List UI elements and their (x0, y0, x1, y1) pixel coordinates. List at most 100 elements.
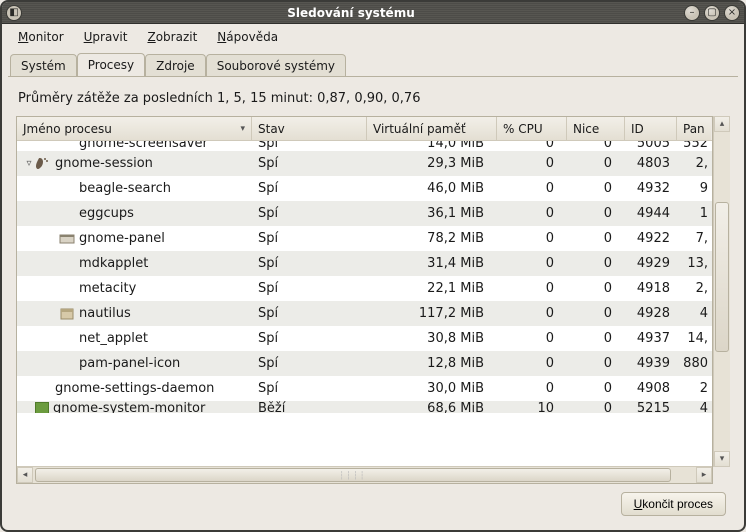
col-nice[interactable]: Nice (567, 117, 625, 140)
cell-cpu: 10 (497, 401, 567, 413)
cell-id: 4922 (625, 231, 677, 246)
v-scrollbar[interactable]: ▴ ▾ (713, 116, 730, 467)
cell-cpu: 0 (497, 206, 567, 221)
tab-system[interactable]: Systém (10, 54, 77, 77)
process-name: gnome-session (55, 156, 153, 171)
close-button[interactable]: × (724, 5, 740, 21)
cell-vm: 31,4 MiB (367, 256, 497, 271)
col-name[interactable]: Jméno procesu▾ (17, 117, 252, 140)
cell-nice: 0 (567, 381, 625, 396)
table-body[interactable]: gnome-screensaverSpí14,0 MiB005005552▿gn… (17, 141, 712, 466)
titlebar[interactable]: ◧ Sledování systému – ▢ × (2, 2, 744, 24)
table-row[interactable]: nautilusSpí117,2 MiB0049284 (17, 301, 712, 326)
v-scroll-thumb[interactable] (715, 202, 729, 352)
cell-vm: 30,8 MiB (367, 331, 497, 346)
cell-nice: 0 (567, 331, 625, 346)
cell-id: 4937 (625, 331, 677, 346)
table-row[interactable]: eggcupsSpí36,1 MiB0049441 (17, 201, 712, 226)
process-table: Jméno procesu▾ Stav Virtuální paměť % CP… (16, 116, 713, 484)
process-name: nautilus (79, 306, 131, 321)
cell-id: 4803 (625, 156, 677, 171)
h-scrollbar[interactable]: ◂ ┆┆┆┆ ▸ (17, 466, 712, 483)
process-name: net_applet (79, 331, 148, 346)
cell-pan: 7, (677, 231, 711, 246)
cell-vm: 36,1 MiB (367, 206, 497, 221)
menu-upravit[interactable]: Upravit (76, 26, 136, 48)
cell-pan: 1 (677, 206, 711, 221)
tab-zdroje[interactable]: Zdroje (145, 54, 206, 77)
table-row[interactable]: beagle-searchSpí46,0 MiB0049329 (17, 176, 712, 201)
cell-cpu: 0 (497, 281, 567, 296)
window-menu-icon[interactable]: ◧ (6, 5, 22, 21)
table-header: Jméno procesu▾ Stav Virtuální paměť % CP… (17, 117, 712, 141)
end-process-button[interactable]: Ukončit proces (621, 492, 726, 516)
cell-pan: 4 (677, 401, 711, 413)
cell-stav: Spí (252, 256, 367, 271)
scroll-right-icon[interactable]: ▸ (696, 467, 712, 483)
process-name: metacity (79, 281, 136, 296)
cell-id: 4908 (625, 381, 677, 396)
col-cpu[interactable]: % CPU (497, 117, 567, 140)
cell-vm: 78,2 MiB (367, 231, 497, 246)
process-name: eggcups (79, 206, 134, 221)
cell-cpu: 0 (497, 256, 567, 271)
cell-vm: 14,0 MiB (367, 141, 497, 151)
menu-monitor[interactable]: Monitor (10, 26, 72, 48)
table-row[interactable]: ▿gnome-sessionSpí29,3 MiB0048032, (17, 151, 712, 176)
process-name: gnome-screensaver (79, 141, 208, 151)
cell-nice: 0 (567, 356, 625, 371)
menu-zobrazit[interactable]: Zobrazit (139, 26, 205, 48)
tree-expander-icon[interactable]: ▿ (23, 158, 35, 169)
cell-cpu: 0 (497, 141, 567, 151)
tab-procesy[interactable]: Procesy (77, 53, 145, 76)
cell-nice: 0 (567, 141, 625, 151)
cell-id: 4944 (625, 206, 677, 221)
cell-stav: Spí (252, 206, 367, 221)
table-row[interactable]: pam-panel-iconSpí12,8 MiB004939880 (17, 351, 712, 376)
process-name: beagle-search (79, 181, 171, 196)
cell-vm: 68,6 MiB (367, 401, 497, 413)
tab-souborove[interactable]: Souborové systémy (206, 54, 346, 77)
maximize-button[interactable]: ▢ (704, 5, 720, 21)
sort-indicator-icon: ▾ (240, 124, 245, 134)
cell-stav: Spí (252, 181, 367, 196)
table-row[interactable]: metacitySpí22,1 MiB0049182, (17, 276, 712, 301)
col-id[interactable]: ID (625, 117, 677, 140)
table-row[interactable]: gnome-settings-daemonSpí30,0 MiB0049082 (17, 376, 712, 401)
cell-id: 4932 (625, 181, 677, 196)
cell-stav: Spí (252, 331, 367, 346)
load-averages-text: Průměry zátěže za posledních 1, 5, 15 mi… (16, 87, 730, 116)
scroll-down-icon[interactable]: ▾ (714, 451, 730, 467)
h-scroll-thumb[interactable]: ┆┆┆┆ (35, 468, 671, 482)
col-vm[interactable]: Virtuální paměť (367, 117, 497, 140)
col-pan[interactable]: Pan (677, 117, 711, 140)
cell-cpu: 0 (497, 381, 567, 396)
cell-vm: 30,0 MiB (367, 381, 497, 396)
tabs: Systém Procesy Zdroje Souborové systémy (2, 50, 744, 76)
cell-id: 4918 (625, 281, 677, 296)
table-row[interactable]: gnome-system-monitorBěží68,6 MiB10052154 (17, 401, 712, 413)
scroll-left-icon[interactable]: ◂ (17, 467, 33, 483)
process-name: gnome-settings-daemon (55, 381, 214, 396)
cell-nice: 0 (567, 401, 625, 413)
process-name: mdkapplet (79, 256, 148, 271)
table-row[interactable]: gnome-screensaverSpí14,0 MiB005005552 (17, 141, 712, 151)
table-row[interactable]: mdkappletSpí31,4 MiB00492913, (17, 251, 712, 276)
cell-id: 5215 (625, 401, 677, 413)
col-stav[interactable]: Stav (252, 117, 367, 140)
cell-nice: 0 (567, 206, 625, 221)
table-row[interactable]: gnome-panelSpí78,2 MiB0049227, (17, 226, 712, 251)
minimize-button[interactable]: – (684, 5, 700, 21)
cell-stav: Spí (252, 141, 367, 151)
cell-nice: 0 (567, 156, 625, 171)
scroll-up-icon[interactable]: ▴ (714, 116, 730, 132)
cell-pan: 13, (677, 256, 711, 271)
cell-pan: 9 (677, 181, 711, 196)
menu-napoveda[interactable]: Nápověda (209, 26, 286, 48)
cell-nice: 0 (567, 281, 625, 296)
cell-vm: 46,0 MiB (367, 181, 497, 196)
cell-stav: Spí (252, 231, 367, 246)
cell-stav: Spí (252, 306, 367, 321)
cell-cpu: 0 (497, 181, 567, 196)
table-row[interactable]: net_appletSpí30,8 MiB00493714, (17, 326, 712, 351)
